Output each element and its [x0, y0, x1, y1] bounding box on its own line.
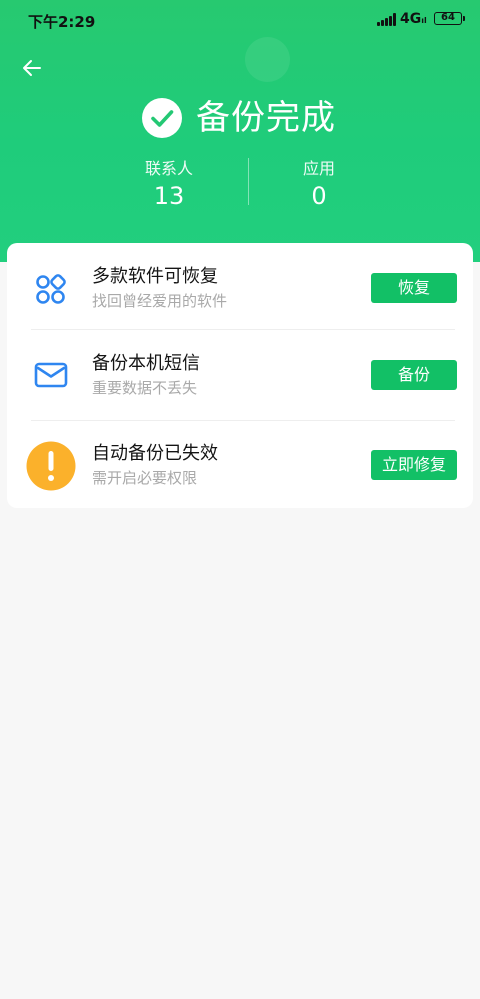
- back-arrow-icon[interactable]: [20, 56, 44, 80]
- status-time: 下午2:29: [28, 13, 96, 31]
- warning-icon: [26, 441, 76, 491]
- network-type: 4Gıl: [400, 11, 427, 27]
- item-title: 多款软件可恢复: [92, 266, 218, 287]
- backup-button[interactable]: 备份: [371, 360, 457, 390]
- action-card: 多款软件可恢复 找回曾经爱用的软件 恢复 备份本机短信 重要数据不丢失 备份 自…: [7, 243, 473, 508]
- list-item-auto-backup[interactable]: 自动备份已失效 需开启必要权限 立即修复: [7, 422, 473, 510]
- title-row: 备份完成: [0, 94, 480, 142]
- fix-now-button[interactable]: 立即修复: [371, 450, 457, 480]
- page-title: 备份完成: [196, 98, 336, 138]
- header: 下午2:29 4Gıl 64 备份完成 联系人 13 应用 0: [0, 0, 480, 262]
- stat-contacts-label: 联系人: [144, 159, 193, 178]
- decorative-bubble: [245, 37, 290, 82]
- check-icon: [142, 98, 182, 138]
- status-bar: 下午2:29 4Gıl 64: [0, 0, 480, 38]
- signal-icon: [377, 13, 397, 26]
- stat-apps-value: 0: [311, 182, 327, 210]
- apps-grid-icon: [36, 274, 66, 304]
- divider: [31, 420, 455, 421]
- list-item-backup-sms[interactable]: 备份本机短信 重要数据不丢失 备份: [7, 331, 473, 419]
- item-title: 备份本机短信: [92, 353, 200, 374]
- stat-divider: [248, 158, 249, 205]
- list-item-restore-apps[interactable]: 多款软件可恢复 找回曾经爱用的软件 恢复: [7, 243, 473, 331]
- mail-icon: [34, 362, 68, 388]
- item-title: 自动备份已失效: [92, 443, 218, 464]
- divider: [31, 329, 455, 330]
- battery-icon: 64: [434, 12, 465, 25]
- restore-button[interactable]: 恢复: [371, 273, 457, 303]
- item-subtitle: 需开启必要权限: [92, 469, 198, 487]
- stat-apps-label: 应用: [302, 159, 335, 178]
- item-subtitle: 重要数据不丢失: [92, 379, 198, 397]
- stat-contacts-value: 13: [153, 182, 185, 210]
- item-subtitle: 找回曾经爱用的软件: [92, 292, 228, 310]
